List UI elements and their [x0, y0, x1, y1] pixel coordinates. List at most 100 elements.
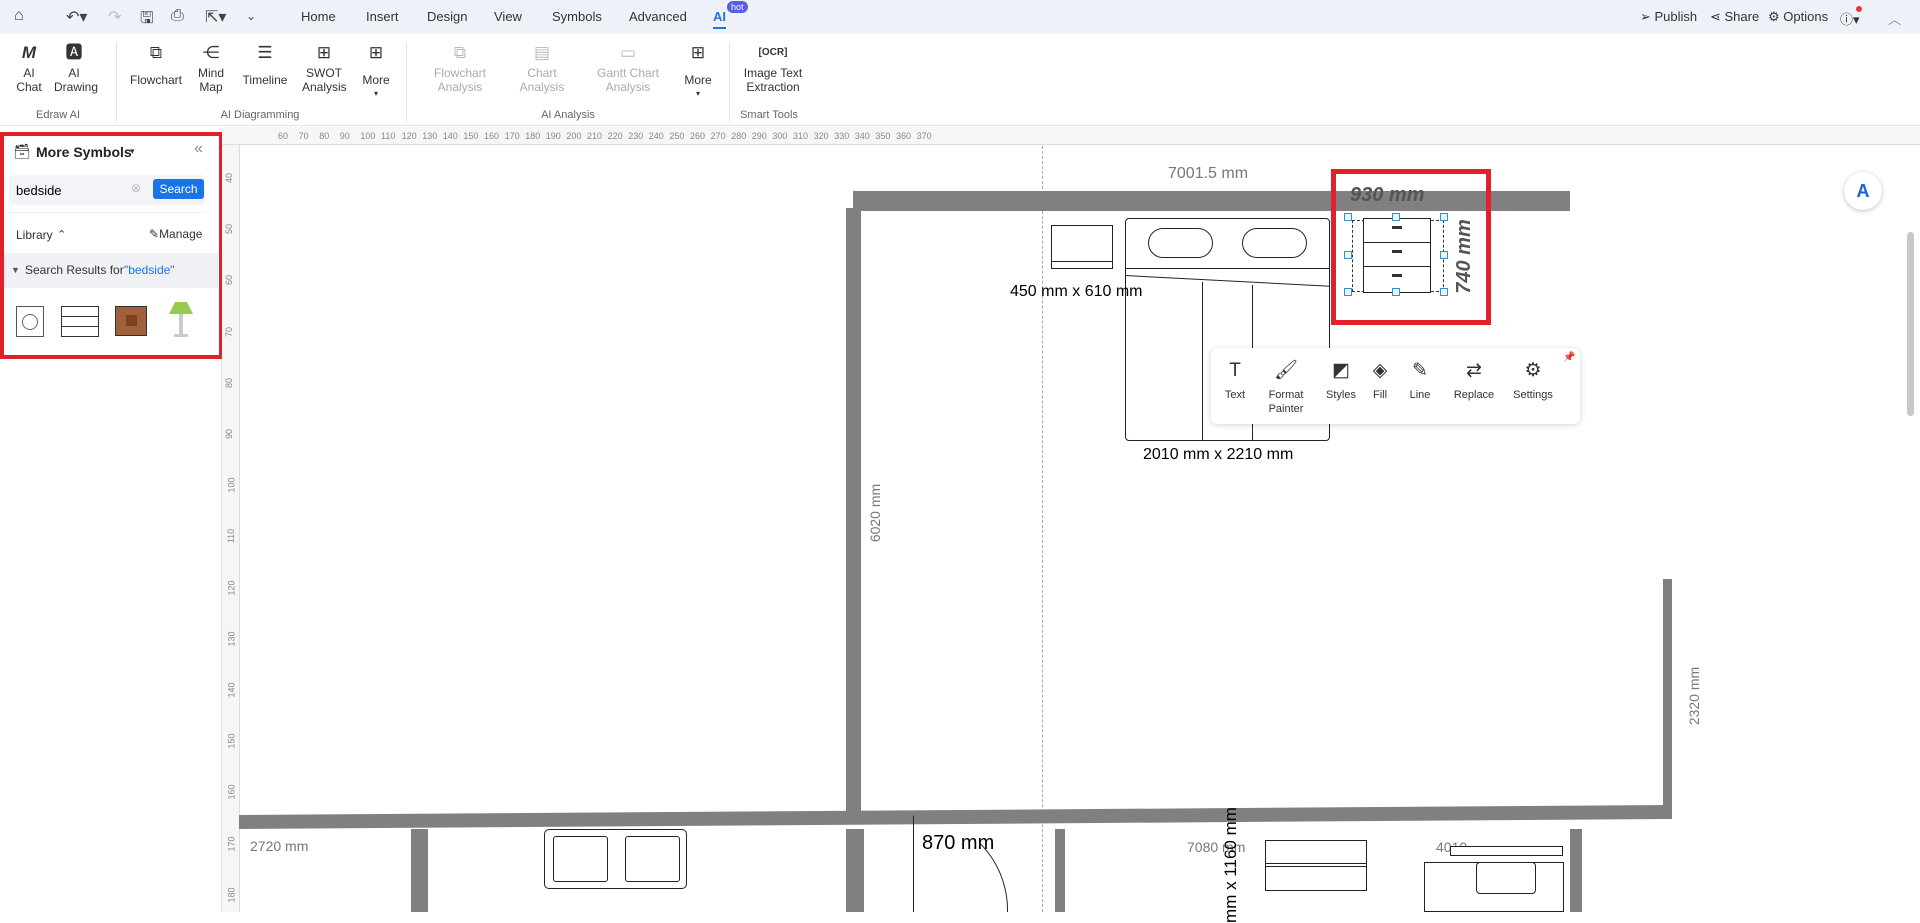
wall-segment[interactable] — [1570, 829, 1582, 912]
redo-icon[interactable]: ↷ — [108, 7, 121, 27]
pillow[interactable] — [1242, 228, 1307, 258]
styles-tool[interactable]: ◩ Styles — [1326, 358, 1356, 402]
replace-tool[interactable]: ⇄ Replace — [1454, 358, 1494, 402]
timeline-button[interactable]: ☰ Timeline — [243, 42, 288, 87]
wall-left[interactable] — [846, 208, 861, 820]
wall-segment[interactable] — [1055, 829, 1065, 912]
pillow[interactable] — [1476, 862, 1536, 894]
undo-icon[interactable]: ↶▾ — [66, 7, 87, 27]
tab-symbols[interactable]: Symbols — [552, 9, 602, 24]
ocr-icon: [OCR] — [758, 47, 788, 58]
chart-analysis-button[interactable]: ▤ Chart Analysis — [517, 42, 567, 94]
search-button[interactable]: Search — [153, 179, 204, 199]
sink-basin[interactable] — [553, 836, 608, 882]
print-icon[interactable]: ⎙ — [171, 7, 184, 25]
options-button[interactable]: ⚙ Options — [1768, 9, 1828, 25]
ruler-tick-label: 100 — [360, 131, 376, 141]
help-icon[interactable]: ⓘ▾ — [1840, 9, 1860, 28]
resize-handle[interactable] — [1392, 213, 1400, 221]
collapse-panel-icon[interactable]: « — [194, 140, 203, 158]
gantt-chart-analysis-button[interactable]: ▭ Gantt Chart Analysis — [593, 42, 663, 94]
wall-segment[interactable] — [411, 829, 428, 912]
selected-height-label[interactable]: 740 mm — [1453, 219, 1476, 294]
line-tool[interactable]: ✎ Line — [1410, 358, 1431, 402]
ai-drawing-button[interactable]: 🅰 AI Drawing — [54, 42, 98, 94]
replace-icon: ⇄ — [1466, 360, 1482, 381]
flowchart-analysis-button[interactable]: ⧉ Flowchart Analysis — [430, 42, 490, 94]
selected-width-label[interactable]: 930 mm — [1350, 184, 1425, 207]
tab-home[interactable]: Home — [301, 9, 336, 24]
notification-dot — [1856, 6, 1862, 12]
ruler-tick-label: 60 — [278, 131, 289, 141]
bedside-lamp-symbol[interactable] — [168, 302, 193, 340]
chevron-down-icon[interactable]: ▾ — [130, 146, 135, 157]
export-icon[interactable]: ⇱▾ — [205, 7, 226, 27]
tab-view[interactable]: View — [494, 9, 522, 24]
dimension-label[interactable]: 2010 mm x 2210 mm — [1143, 446, 1293, 464]
publish-button[interactable]: ➢ Publish — [1640, 9, 1697, 25]
tab-design[interactable]: Design — [427, 9, 467, 24]
flowchart-button[interactable]: ⧉ Flowchart — [130, 42, 182, 87]
save-icon[interactable]: 🖫 — [140, 7, 154, 34]
dimension-label[interactable]: 2720 mm — [250, 838, 308, 854]
text-tool[interactable]: T Text — [1225, 358, 1245, 402]
resize-handle[interactable] — [1440, 213, 1448, 221]
ruler-tick-label: 180 — [226, 887, 237, 903]
top-ruler[interactable]: 60 70 80 90 100 110 120 130 140 150 160 170 180 190 20… — [222, 127, 1920, 145]
more-quick-icon[interactable]: ⌄ — [246, 9, 256, 23]
safe-symbol[interactable] — [16, 306, 44, 337]
format-painter-tool[interactable]: 🖌 Format Painter — [1264, 358, 1308, 416]
mind-map-button[interactable]: ⋲ Mind Map — [196, 42, 226, 94]
more-analysis-button[interactable]: ⊞ More ▾ — [684, 42, 711, 101]
dimension-label[interactable]: 7001.5 mm — [1168, 165, 1248, 183]
nightstand-left[interactable] — [1051, 225, 1113, 269]
bedside-drawer[interactable]: ▬ ▬ ▬ — [1363, 218, 1431, 293]
plus-box-icon: ⊞ — [690, 43, 706, 62]
tab-ai[interactable]: AI — [713, 9, 726, 29]
swot-analysis-button[interactable]: ⊞ SWOT Analysis — [302, 42, 347, 94]
sink-basin[interactable] — [625, 836, 680, 882]
wall-right[interactable] — [1663, 579, 1672, 819]
bedside-table-symbol[interactable] — [115, 306, 147, 336]
dimension-label[interactable]: 450 mm x 610 mm — [1010, 283, 1142, 301]
vertical-scrollbar[interactable] — [1907, 232, 1914, 416]
dimension-label[interactable]: 6020 mm — [867, 484, 883, 542]
ai-chat-button[interactable]: M AI Chat — [14, 42, 44, 94]
pin-icon[interactable]: 📌 — [1563, 352, 1575, 363]
settings-icon: ⚙ — [1524, 360, 1542, 381]
dimension-label[interactable]: mm x 1160 mm — [1221, 807, 1241, 923]
wardrobe[interactable] — [1265, 840, 1367, 891]
ai-assistant-icon[interactable]: A — [1844, 172, 1882, 210]
fill-tool[interactable]: ◈ Fill — [1373, 358, 1388, 402]
resize-handle[interactable] — [1440, 288, 1448, 296]
panel-title[interactable]: More Symbols — [36, 144, 132, 160]
group-label-smart-tools: Smart Tools — [740, 109, 798, 121]
tab-insert[interactable]: Insert — [366, 9, 399, 24]
resize-handle[interactable] — [1440, 251, 1448, 259]
tab-advanced[interactable]: Advanced — [629, 9, 687, 24]
image-text-extraction-button[interactable]: [OCR] Image Text Extraction — [742, 42, 804, 94]
chevrons-up-icon[interactable]: ⌃ — [57, 228, 66, 241]
manage-button[interactable]: ✎Manage — [149, 227, 202, 241]
search-input[interactable] — [16, 180, 126, 200]
more-diagramming-button[interactable]: ⊞ More ▾ — [362, 42, 389, 101]
ruler-tick-label: 120 — [401, 131, 417, 141]
clear-search-icon[interactable]: ⊗ — [131, 181, 141, 195]
share-button[interactable]: ⋖ Share — [1710, 9, 1759, 25]
home-icon[interactable]: ⌂ — [14, 7, 24, 25]
headboard[interactable] — [1450, 846, 1563, 856]
collapse-ribbon-icon[interactable]: ︿ — [1888, 9, 1901, 28]
ruler-tick-label: 60 — [224, 275, 235, 286]
wall-segment[interactable] — [846, 829, 864, 912]
settings-tool[interactable]: ⚙ Settings — [1513, 358, 1553, 402]
resize-handle[interactable] — [1392, 288, 1400, 296]
left-ruler[interactable]: 40 50 60 70 80 90 100 110 120 130 140 150 160 170 180 — [222, 145, 240, 912]
library-toggle[interactable]: Library — [16, 228, 53, 242]
resize-handle[interactable] — [1344, 213, 1352, 221]
resize-handle[interactable] — [1344, 251, 1352, 259]
pillow[interactable] — [1148, 228, 1213, 258]
resize-handle[interactable] — [1344, 288, 1352, 296]
ruler-tick-label: 70 — [298, 131, 309, 141]
dimension-label[interactable]: 2320 mm — [1686, 667, 1702, 725]
bedside-drawer-symbol[interactable] — [61, 306, 99, 337]
